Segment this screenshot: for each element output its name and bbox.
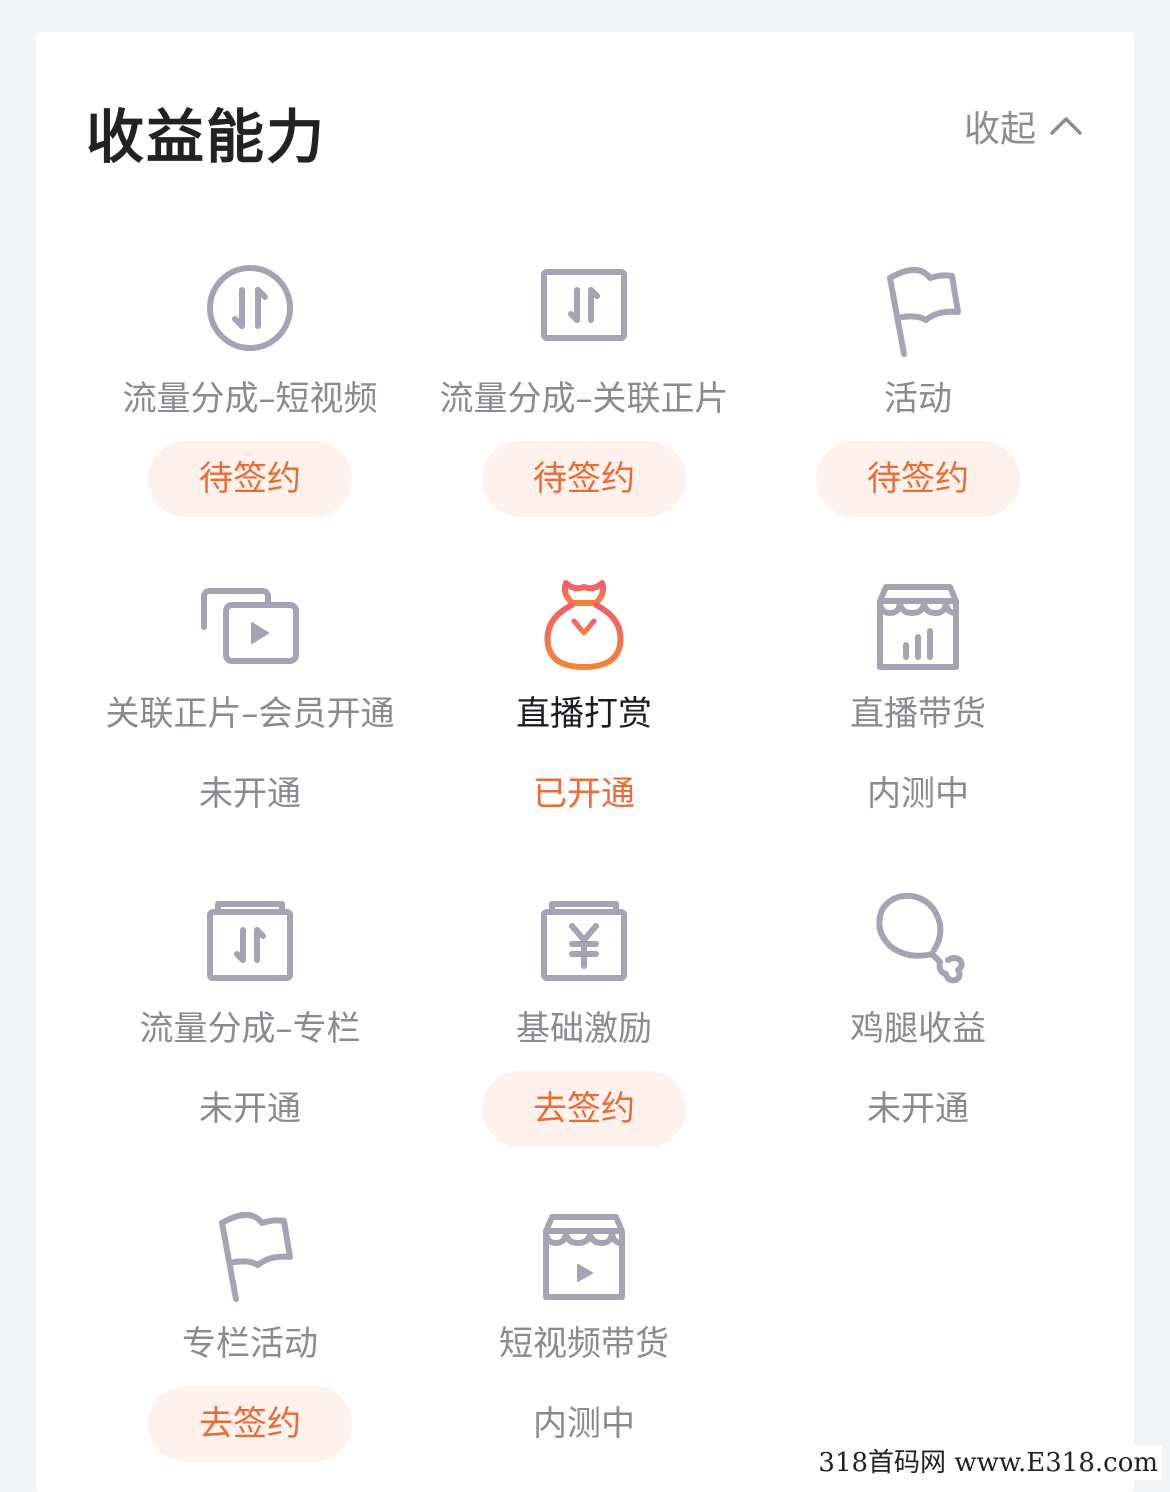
earning-abilities-card: 收益能力 收起 流量分成–短视频 待签约 流量分成–关联正片 待签约 活动 待签… — [36, 32, 1134, 1492]
status-badge[interactable]: 未开通 — [148, 1071, 352, 1147]
status-badge[interactable]: 未开通 — [148, 756, 352, 832]
shop-play-icon — [529, 1202, 639, 1308]
ability-item-column-activity[interactable]: 专栏活动 去签约 — [83, 1202, 417, 1462]
ability-item-member-subscription[interactable]: 关联正片–会员开通 未开通 — [83, 572, 417, 832]
site-watermark: 318首码网 www.E318.com — [814, 1446, 1162, 1480]
flag-icon — [863, 257, 973, 363]
ability-label: 流量分成–关联正片 — [439, 379, 729, 419]
ability-label: 鸡腿收益 — [850, 1009, 986, 1049]
money-bag-icon — [529, 572, 639, 678]
ability-label: 流量分成–短视频 — [122, 379, 378, 419]
status-badge[interactable]: 内测中 — [816, 756, 1020, 832]
status-badge[interactable]: 去签约 — [482, 1071, 686, 1147]
abilities-grid: 流量分成–短视频 待签约 流量分成–关联正片 待签约 活动 待签约 关联正片–会… — [36, 32, 1134, 1492]
ability-item-column-revenue-share[interactable]: 流量分成–专栏 未开通 — [83, 887, 417, 1147]
ability-item-live-tipping[interactable]: 直播打赏 已开通 — [417, 572, 751, 832]
ability-item-activity[interactable]: 活动 待签约 — [751, 257, 1085, 517]
ability-item-short-video-commerce[interactable]: 短视频带货 内测中 — [417, 1202, 751, 1462]
ability-item-basic-incentive[interactable]: 基础激励 去签约 — [417, 887, 751, 1147]
status-badge[interactable]: 待签约 — [148, 441, 352, 517]
status-badge[interactable]: 内测中 — [482, 1386, 686, 1462]
ability-label: 基础激励 — [516, 1009, 652, 1049]
ability-label: 直播带货 — [850, 694, 986, 734]
ability-label: 流量分成–专栏 — [139, 1009, 361, 1049]
status-badge[interactable]: 去签约 — [148, 1386, 352, 1462]
status-badge[interactable]: 未开通 — [816, 1071, 1020, 1147]
ability-label: 短视频带货 — [499, 1324, 669, 1364]
ability-label: 关联正片–会员开通 — [105, 694, 395, 734]
status-badge[interactable]: 待签约 — [482, 441, 686, 517]
ability-item-linked-feature-revenue-share[interactable]: 流量分成–关联正片 待签约 — [417, 257, 751, 517]
ability-label: 活动 — [884, 379, 952, 419]
ability-label: 直播打赏 — [516, 694, 652, 734]
shop-chart-icon — [863, 572, 973, 678]
ability-label: 专栏活动 — [182, 1324, 318, 1364]
ability-item-short-video-revenue-share[interactable]: 流量分成–短视频 待签约 — [83, 257, 417, 517]
status-badge[interactable]: 待签约 — [816, 441, 1020, 517]
flag-icon — [195, 1202, 305, 1308]
ability-item-live-commerce[interactable]: 直播带货 内测中 — [751, 572, 1085, 832]
status-badge[interactable]: 已开通 — [482, 756, 686, 832]
drumstick-icon — [863, 887, 973, 993]
ability-item-drumstick-earnings[interactable]: 鸡腿收益 未开通 — [751, 887, 1085, 1147]
video-stack-icon — [195, 572, 305, 678]
box-transfer-icon — [529, 257, 639, 363]
folder-transfer-icon — [195, 887, 305, 993]
circle-transfer-icon — [195, 257, 305, 363]
yuan-box-icon — [529, 887, 639, 993]
